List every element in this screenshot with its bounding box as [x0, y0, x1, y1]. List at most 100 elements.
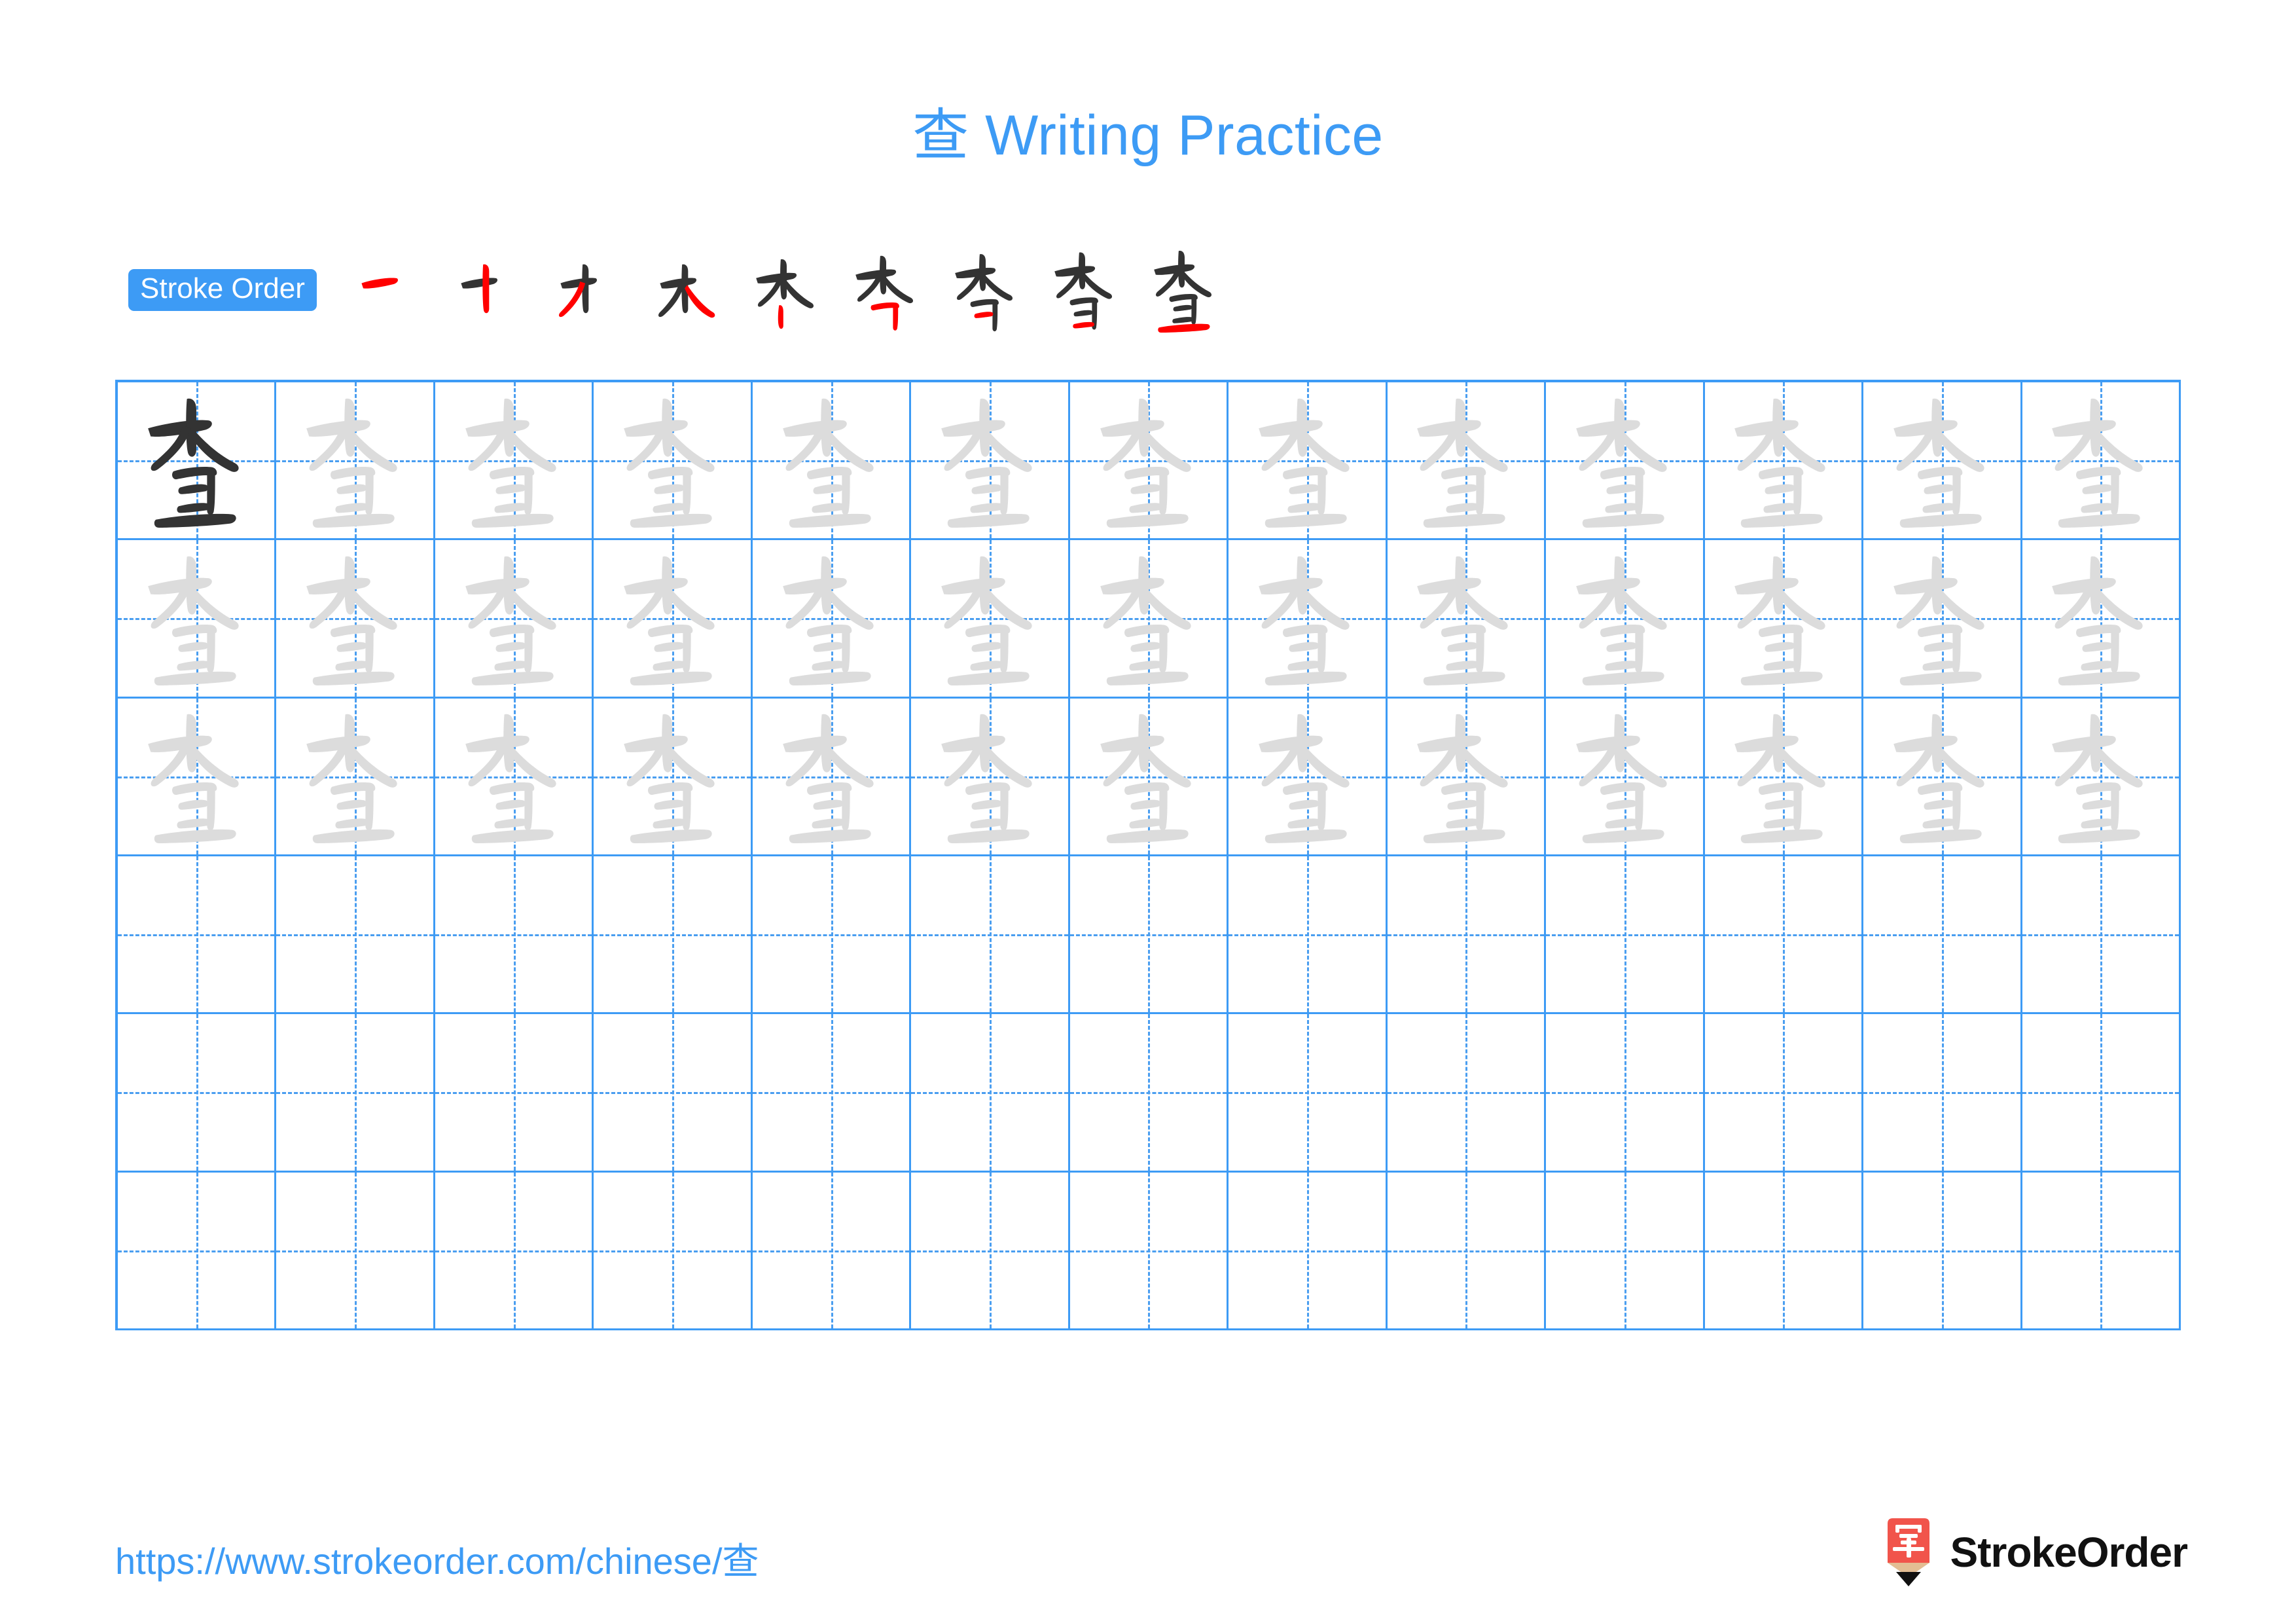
practice-cell[interactable]: [911, 382, 1070, 541]
trace-character: [118, 540, 274, 696]
practice-cell[interactable]: [1387, 698, 1547, 856]
trace-character: [435, 382, 592, 538]
practice-cell[interactable]: [594, 1014, 753, 1173]
trace-character: [753, 699, 909, 854]
practice-cell[interactable]: [118, 856, 277, 1015]
practice-cell[interactable]: [1863, 1014, 2022, 1173]
trace-character: [1705, 699, 1861, 854]
practice-cell[interactable]: [1704, 382, 1864, 541]
brand-logo: StrokeOrder: [1884, 1516, 2188, 1588]
practice-cell[interactable]: [1069, 1014, 1229, 1173]
practice-cell[interactable]: [1069, 540, 1229, 699]
practice-cell[interactable]: [1069, 698, 1229, 856]
practice-cell[interactable]: [118, 1014, 277, 1173]
practice-cell[interactable]: [1863, 540, 2022, 699]
practice-cell[interactable]: [1704, 1014, 1864, 1173]
practice-cell[interactable]: [911, 1172, 1070, 1330]
trace-character: [2022, 540, 2179, 696]
trace-character: [276, 699, 433, 854]
practice-cell[interactable]: [752, 1014, 912, 1173]
practice-cell[interactable]: [752, 540, 912, 699]
stroke-step-5: [737, 247, 836, 333]
practice-cell[interactable]: [1546, 1172, 1705, 1330]
practice-cell[interactable]: [276, 856, 435, 1015]
practice-cell[interactable]: [752, 698, 912, 856]
practice-cell[interactable]: [435, 698, 594, 856]
practice-cell[interactable]: [1229, 382, 1388, 541]
practice-cell[interactable]: [118, 698, 277, 856]
practice-cell[interactable]: [1546, 698, 1705, 856]
practice-cell[interactable]: [435, 1172, 594, 1330]
practice-cell[interactable]: [276, 1172, 435, 1330]
trace-character: [594, 699, 750, 854]
practice-cell[interactable]: [911, 540, 1070, 699]
practice-cell[interactable]: [752, 382, 912, 541]
practice-cell[interactable]: [1387, 1014, 1547, 1173]
practice-cell[interactable]: [1229, 1172, 1388, 1330]
practice-cell[interactable]: [276, 1014, 435, 1173]
practice-cell[interactable]: [276, 382, 435, 541]
practice-cell[interactable]: [1863, 1172, 2022, 1330]
practice-cell[interactable]: [118, 382, 277, 541]
practice-cell[interactable]: [1387, 382, 1547, 541]
practice-cell[interactable]: [2022, 856, 2181, 1015]
practice-cell[interactable]: [1863, 856, 2022, 1015]
trace-character: [1705, 382, 1861, 538]
practice-cell[interactable]: [1069, 856, 1229, 1015]
practice-cell[interactable]: [276, 540, 435, 699]
practice-cell[interactable]: [1387, 856, 1547, 1015]
brand-name: StrokeOrder: [1950, 1529, 2188, 1576]
practice-cell[interactable]: [435, 1014, 594, 1173]
practice-cell[interactable]: [752, 856, 912, 1015]
practice-cell[interactable]: [2022, 382, 2181, 541]
practice-cell[interactable]: [1863, 698, 2022, 856]
practice-cell[interactable]: [1387, 1172, 1547, 1330]
practice-cell[interactable]: [594, 856, 753, 1015]
practice-cell[interactable]: [1704, 540, 1864, 699]
footer-url[interactable]: https://www.strokeorder.com/chinese/查: [115, 1532, 759, 1585]
practice-cell[interactable]: [1546, 540, 1705, 699]
practice-cell[interactable]: [594, 1172, 753, 1330]
practice-cell[interactable]: [1229, 698, 1388, 856]
practice-cell[interactable]: [1546, 382, 1705, 541]
stroke-step-1: [339, 247, 439, 333]
practice-cell[interactable]: [1704, 856, 1864, 1015]
practice-cell[interactable]: [2022, 1172, 2181, 1330]
trace-character: [1388, 699, 1544, 854]
trace-character: [594, 382, 750, 538]
practice-cell[interactable]: [911, 1014, 1070, 1173]
practice-cell[interactable]: [1069, 382, 1229, 541]
practice-cell[interactable]: [1069, 1172, 1229, 1330]
practice-cell[interactable]: [435, 382, 594, 541]
practice-cell[interactable]: [1546, 1014, 1705, 1173]
practice-cell[interactable]: [435, 540, 594, 699]
practice-cell[interactable]: [118, 1172, 277, 1330]
practice-cell[interactable]: [1229, 1014, 1388, 1173]
practice-cell[interactable]: [594, 382, 753, 541]
practice-cell[interactable]: [1229, 540, 1388, 699]
trace-character: [1546, 540, 1702, 696]
model-character: [118, 382, 274, 538]
practice-cell[interactable]: [276, 698, 435, 856]
practice-cell[interactable]: [1229, 856, 1388, 1015]
practice-cell[interactable]: [752, 1172, 912, 1330]
practice-cell[interactable]: [594, 540, 753, 699]
practice-cell[interactable]: [1863, 382, 2022, 541]
practice-cell[interactable]: [118, 540, 277, 699]
practice-cell[interactable]: [2022, 698, 2181, 856]
practice-cell[interactable]: [2022, 1014, 2181, 1173]
practice-cell[interactable]: [1704, 1172, 1864, 1330]
practice-cell[interactable]: [435, 856, 594, 1015]
trace-character: [1546, 382, 1702, 538]
practice-cell[interactable]: [1546, 856, 1705, 1015]
practice-cell[interactable]: [1387, 540, 1547, 699]
practice-cell[interactable]: [911, 856, 1070, 1015]
practice-cell[interactable]: [2022, 540, 2181, 699]
stroke-step-7: [936, 247, 1035, 333]
practice-cell[interactable]: [1704, 698, 1864, 856]
page-title-character: 查: [912, 103, 969, 168]
practice-cell[interactable]: [594, 698, 753, 856]
practice-grid: [115, 380, 2181, 1330]
trace-character: [911, 540, 1067, 696]
practice-cell[interactable]: [911, 698, 1070, 856]
